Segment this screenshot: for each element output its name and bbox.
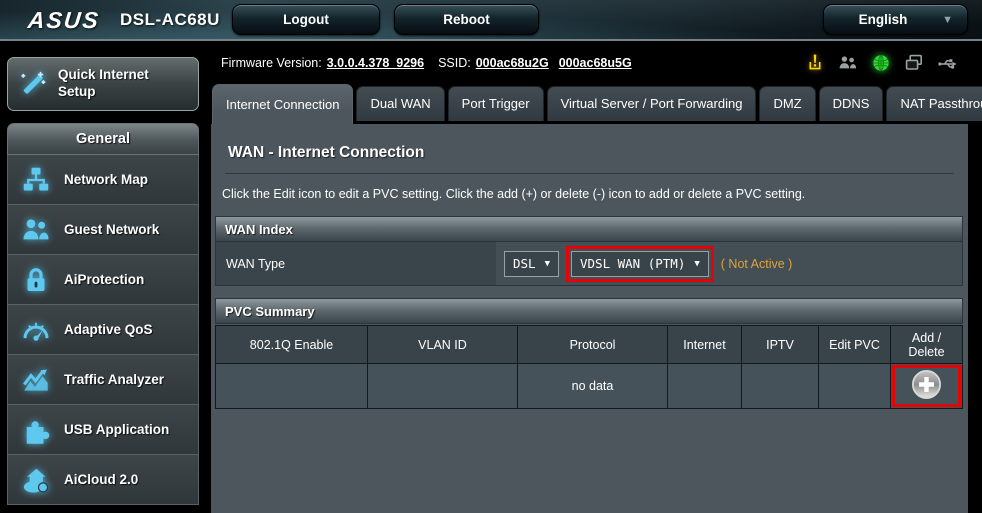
chevron-down-icon: ▼ (694, 259, 699, 269)
table-header-row: 802.1Q Enable VLAN ID Protocol Internet … (216, 326, 963, 364)
status-icon-row (805, 53, 968, 73)
wan-index-section: WAN Index WAN Type DSL ▼ VDSL WAN (PTM) … (215, 216, 963, 286)
internet-globe-icon[interactable] (871, 53, 891, 73)
ssid-label: SSID: (438, 56, 471, 70)
cell-add-delete (891, 364, 963, 409)
cloud-home-icon (21, 465, 51, 495)
sidebar: Quick Internet Setup General Network Map… (0, 43, 210, 513)
tab-nat-passthrough[interactable]: NAT Passthrough (886, 86, 982, 121)
sidebar-item-label: Guest Network (64, 222, 159, 237)
chevron-down-icon: ▼ (545, 259, 550, 269)
magic-wand-icon (18, 69, 48, 99)
firmware-label: Firmware Version: (221, 56, 322, 70)
pvc-summary-table: 802.1Q Enable VLAN ID Protocol Internet … (215, 325, 963, 409)
col-vlan-id: VLAN ID (368, 326, 518, 364)
network-map-icon (21, 165, 51, 195)
table-row: no data (216, 364, 963, 409)
wan-type-dsl-select[interactable]: DSL ▼ (504, 251, 559, 277)
wan-type-label: WAN Type (216, 242, 496, 285)
highlight-red-box: VDSL WAN (PTM) ▼ (566, 246, 714, 282)
sidebar-item-aicloud[interactable]: AiCloud 2.0 (7, 455, 199, 505)
cell-8021q-enable (216, 364, 368, 409)
usb-icon[interactable] (937, 53, 958, 73)
ssid-2g-link[interactable]: 000ac68u2G (476, 56, 549, 70)
content-panel: WAN - Internet Connection Click the Edit… (211, 124, 968, 513)
sidebar-item-label: Traffic Analyzer (64, 372, 164, 387)
puzzle-piece-icon (21, 415, 51, 445)
cell-edit-pvc (819, 364, 891, 409)
page-description: Click the Edit icon to edit a PVC settin… (222, 187, 950, 201)
model-name: DSL-AC68U (120, 10, 220, 30)
pvc-summary-header: PVC Summary (215, 298, 963, 324)
logout-button[interactable]: Logout (232, 4, 380, 35)
wan-status-text: ( Not Active ) (721, 257, 793, 271)
wan-type-row: WAN Type DSL ▼ VDSL WAN (PTM) ▼ ( Not Ac… (215, 242, 963, 286)
sidebar-section-header: General (7, 123, 199, 155)
sidebar-item-usb-application[interactable]: USB Application (7, 405, 199, 455)
pvc-summary-section: PVC Summary 802.1Q Enable VLAN ID Protoc… (215, 298, 963, 409)
cell-iptv (742, 364, 819, 409)
wan-type-mode-select[interactable]: VDSL WAN (PTM) ▼ (571, 251, 709, 277)
col-add-delete: Add / Delete (891, 326, 963, 364)
page-title: WAN - Internet Connection (228, 144, 950, 162)
sidebar-item-label: AiCloud 2.0 (64, 472, 138, 487)
language-label: English (824, 12, 942, 27)
sidebar-item-quick-internet-setup[interactable]: Quick Internet Setup (7, 57, 199, 111)
sidebar-item-traffic-analyzer[interactable]: Traffic Analyzer (7, 355, 199, 405)
tab-ddns[interactable]: DDNS (819, 86, 884, 121)
main-column: Firmware Version: 3.0.0.4.378_9296 SSID:… (211, 43, 968, 513)
reboot-button[interactable]: Reboot (394, 4, 539, 35)
topbar: ASUS DSL-AC68U Logout Reboot English ▼ (0, 0, 982, 41)
asus-logo: ASUS (27, 7, 102, 34)
col-iptv: IPTV (742, 326, 819, 364)
lock-icon (21, 265, 51, 295)
tab-dmz[interactable]: DMZ (759, 86, 815, 121)
wan-index-header: WAN Index (215, 216, 963, 242)
tab-internet-connection[interactable]: Internet Connection (212, 84, 353, 124)
screen-mirror-icon[interactable] (904, 53, 924, 73)
col-internet: Internet (668, 326, 742, 364)
sidebar-item-label: AiProtection (64, 272, 144, 287)
col-edit-pvc: Edit PVC (819, 326, 891, 364)
sidebar-item-adaptive-qos[interactable]: Adaptive QoS (7, 305, 199, 355)
sidebar-item-label: Quick Internet Setup (58, 67, 178, 101)
sidebar-item-guest-network[interactable]: Guest Network (7, 205, 199, 255)
guest-network-icon (21, 215, 51, 245)
add-pvc-button[interactable] (911, 369, 942, 400)
cell-protocol: no data (518, 364, 668, 409)
clients-icon[interactable] (838, 53, 858, 73)
cell-internet (668, 364, 742, 409)
gauge-icon (21, 315, 51, 345)
sidebar-item-label: USB Application (64, 422, 169, 437)
tab-bar: Internet Connection Dual WAN Port Trigge… (211, 82, 968, 124)
wan-type-dsl-value: DSL (513, 256, 536, 271)
col-8021q-enable: 802.1Q Enable (216, 326, 368, 364)
sidebar-item-network-map[interactable]: Network Map (7, 155, 199, 205)
traffic-chart-icon (21, 365, 51, 395)
sidebar-item-aiprotection[interactable]: AiProtection (7, 255, 199, 305)
sidebar-item-label: Network Map (64, 172, 148, 187)
col-protocol: Protocol (518, 326, 668, 364)
tab-virtual-server-port-forwarding[interactable]: Virtual Server / Port Forwarding (547, 86, 757, 121)
language-select[interactable]: English ▼ (823, 4, 968, 35)
firmware-version-link[interactable]: 3.0.0.4.378_9296 (327, 56, 424, 70)
ssid-5g-link[interactable]: 000ac68u5G (559, 56, 632, 70)
tab-port-trigger[interactable]: Port Trigger (448, 86, 544, 121)
notification-icon[interactable] (805, 53, 825, 73)
infobar: Firmware Version: 3.0.0.4.378_9296 SSID:… (211, 43, 968, 82)
cell-vlan-id (368, 364, 518, 409)
wan-type-value-cell: DSL ▼ VDSL WAN (PTM) ▼ ( Not Active ) (496, 242, 962, 285)
title-divider (225, 173, 954, 174)
sidebar-general-group: General Network Map Guest Network (7, 123, 199, 505)
tab-dual-wan[interactable]: Dual WAN (356, 86, 444, 121)
wan-type-mode-value: VDSL WAN (PTM) (580, 256, 685, 271)
chevron-down-icon: ▼ (942, 14, 953, 26)
sidebar-item-label: Adaptive QoS (64, 322, 153, 337)
plus-circle-icon (911, 369, 942, 400)
